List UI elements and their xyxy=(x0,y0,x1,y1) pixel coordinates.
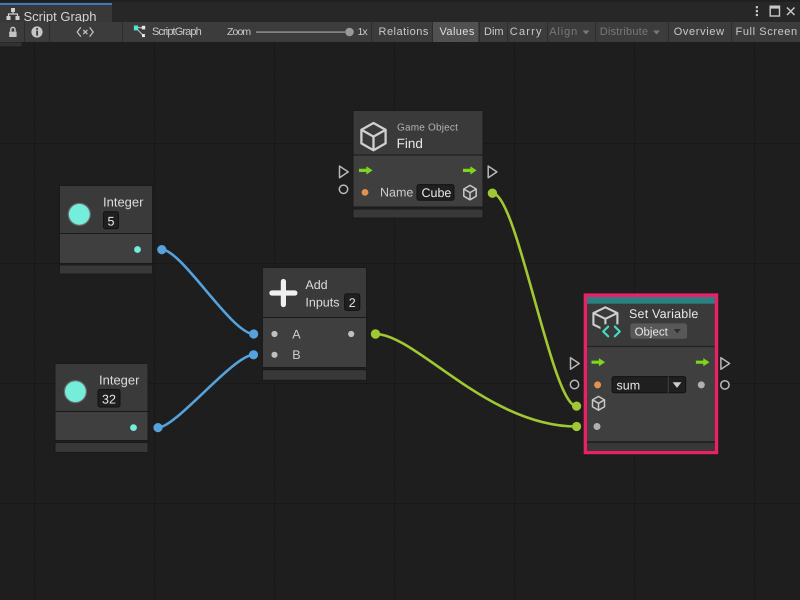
svg-text:Find: Find xyxy=(397,136,423,151)
svg-text:Integer: Integer xyxy=(103,195,144,210)
svg-text:sum: sum xyxy=(617,379,641,393)
svg-text:Integer: Integer xyxy=(99,373,140,388)
svg-text:5: 5 xyxy=(108,215,115,229)
svg-text:Cube: Cube xyxy=(422,186,452,200)
svg-text:2: 2 xyxy=(349,296,356,310)
svg-text:Set Variable: Set Variable xyxy=(629,307,699,321)
svg-text:Name: Name xyxy=(380,186,413,200)
svg-text:B: B xyxy=(292,348,300,362)
svg-text:Add: Add xyxy=(305,278,327,292)
svg-text:A: A xyxy=(292,327,301,341)
svg-text:Inputs: Inputs xyxy=(305,296,339,310)
svg-text:Object: Object xyxy=(635,326,669,338)
svg-text:Game Object: Game Object xyxy=(397,123,458,134)
svg-text:32: 32 xyxy=(102,393,116,407)
